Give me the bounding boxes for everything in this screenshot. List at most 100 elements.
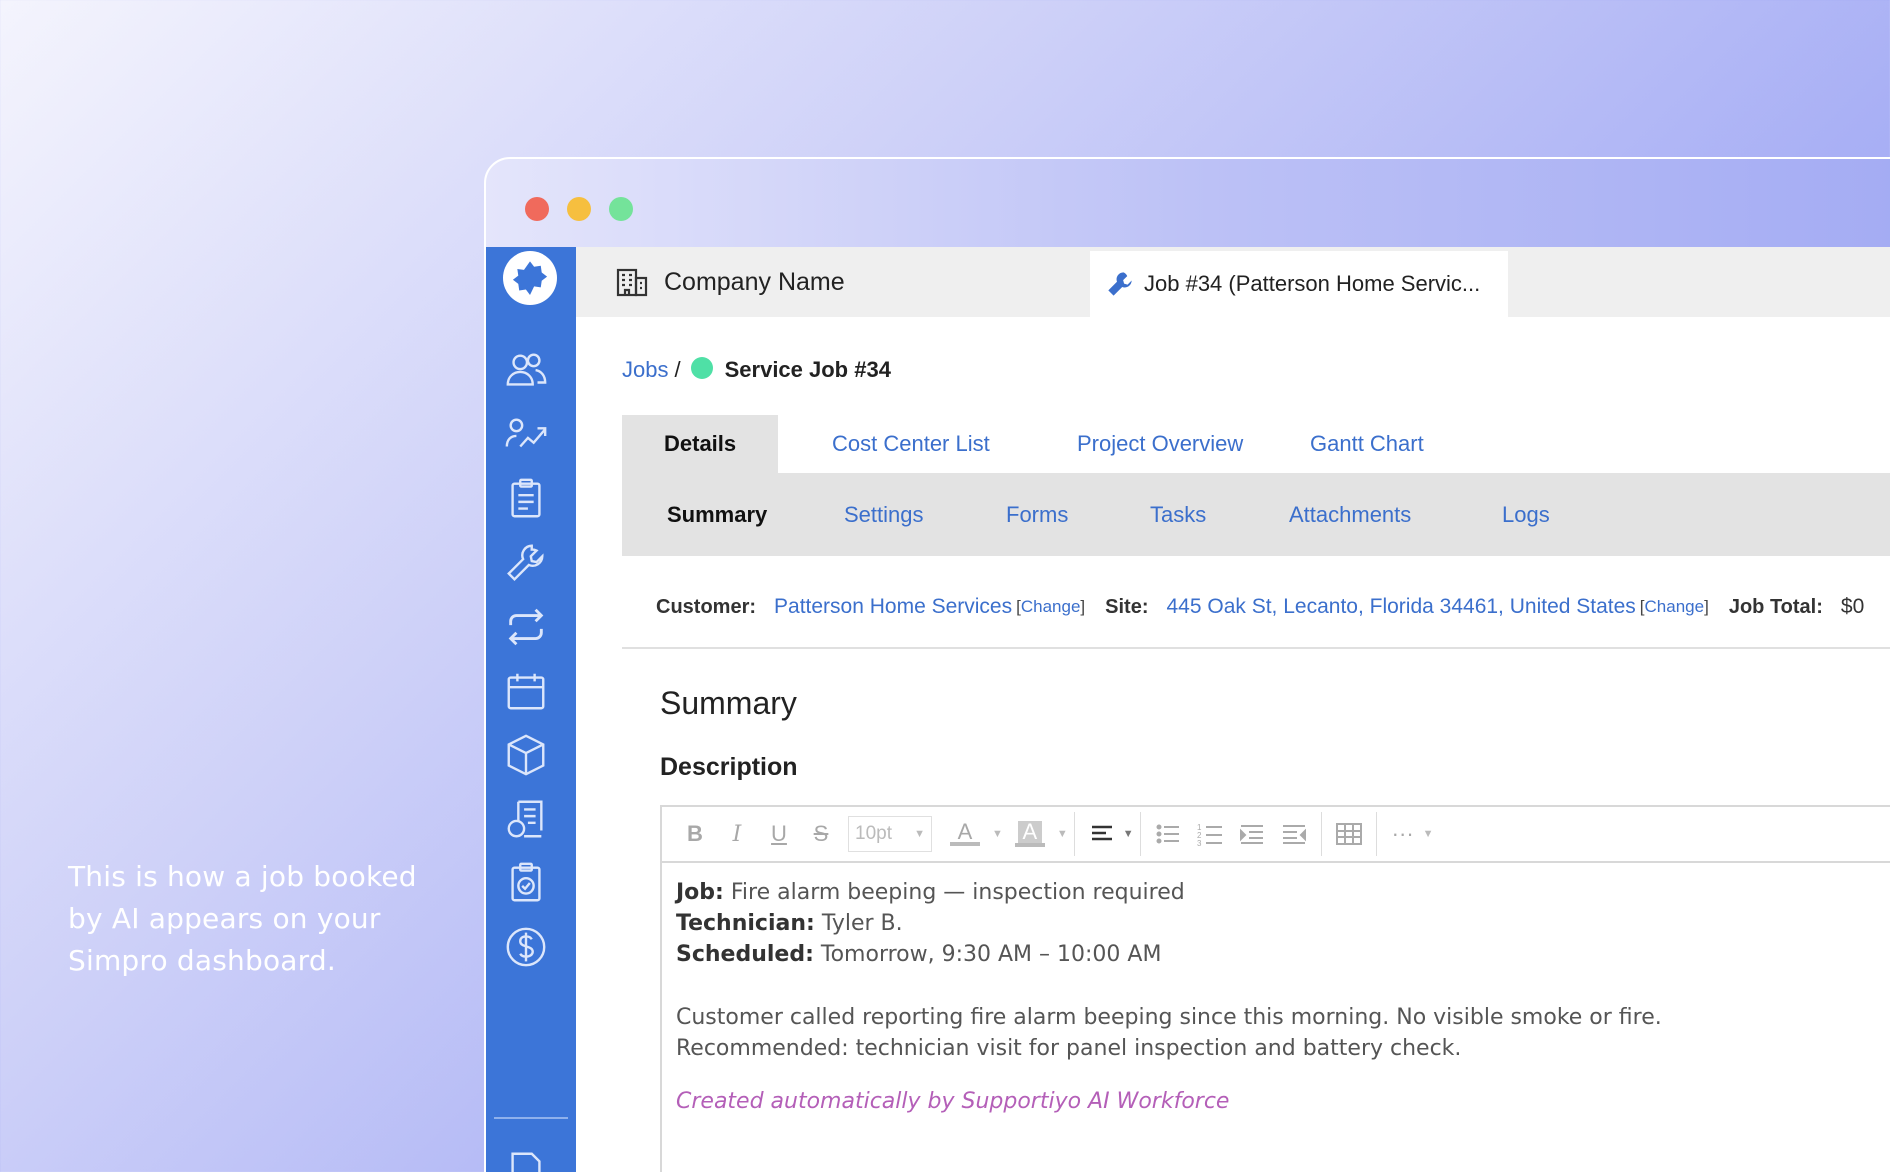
tab-cost-center-list[interactable]: Cost Center List <box>832 415 990 473</box>
table-icon[interactable] <box>1328 814 1370 854</box>
chevron-down-icon[interactable]: ▼ <box>1057 828 1068 840</box>
page-title: Service Job #34 <box>724 357 891 382</box>
job-total-value: $0 <box>1840 595 1865 618</box>
scheduled-line: Scheduled: Tomorrow, 9:30 AM – 10:00 AM <box>676 939 1890 970</box>
sidebar-document-icon[interactable] <box>502 1147 550 1172</box>
secondary-tabs: Summary Settings Forms Tasks Attachments… <box>622 473 1890 556</box>
company-name: Company Name <box>664 267 845 296</box>
technician-label: Technician: <box>676 911 815 936</box>
sidebar <box>486 247 576 1172</box>
tab-project-overview[interactable]: Project Overview <box>1077 415 1243 473</box>
technician-value: Tyler B. <box>821 911 903 936</box>
sidebar-clipboard-icon[interactable] <box>502 475 550 523</box>
primary-tabs: Details Cost Center List Project Overvie… <box>622 415 1890 473</box>
strikethrough-button[interactable]: S <box>800 814 842 854</box>
font-size-select[interactable]: 10pt ▼ <box>848 816 932 852</box>
tab-forms[interactable]: Forms <box>1006 473 1068 556</box>
wrench-icon <box>1108 272 1132 296</box>
italic-button[interactable]: I <box>716 814 758 854</box>
breadcrumb-separator: / <box>674 357 681 382</box>
numbered-list-icon[interactable]: 123 <box>1189 814 1231 854</box>
tab-tasks[interactable]: Tasks <box>1150 473 1206 556</box>
outdent-icon[interactable] <box>1273 814 1315 854</box>
breadcrumb-jobs-link[interactable]: Jobs <box>622 357 668 383</box>
editor-toolbar: B I U S 10pt ▼ A ▼ A ▼ ▼ 123 ··· ▼ <box>662 807 1890 863</box>
sidebar-dollar-icon[interactable] <box>502 923 550 971</box>
underline-button[interactable]: U <box>758 814 800 854</box>
sidebar-invoice-icon[interactable] <box>502 795 550 843</box>
sidebar-wrench-icon[interactable] <box>502 539 550 587</box>
chevron-down-icon[interactable]: ▼ <box>992 828 1003 840</box>
job-status-indicator <box>690 357 713 379</box>
sidebar-growth-icon[interactable] <box>502 411 550 459</box>
tab-settings[interactable]: Settings <box>844 473 924 556</box>
description-editor: B I U S 10pt ▼ A ▼ A ▼ ▼ 123 ··· ▼ Job: … <box>660 805 1890 1172</box>
tab-summary[interactable]: Summary <box>667 473 767 556</box>
tab-logs[interactable]: Logs <box>1502 473 1550 556</box>
customer-link[interactable]: Patterson Home Services <box>774 595 1012 619</box>
change-site-link[interactable]: Change <box>1645 597 1705 616</box>
job-label: Job: <box>676 880 724 905</box>
tab-job[interactable]: Job #34 (Patterson Home Servic... <box>1090 251 1508 317</box>
customer-change: [Change] <box>1016 597 1086 616</box>
body-line-2: Recommended: technician visit for panel … <box>676 1036 1462 1061</box>
highlight-color-button[interactable]: A <box>1003 814 1057 854</box>
close-window-button[interactable] <box>525 197 549 221</box>
site-label: Site: <box>1105 595 1149 618</box>
sidebar-recurring-icon[interactable] <box>502 603 550 651</box>
minimize-window-button[interactable] <box>567 197 591 221</box>
summary-heading: Summary <box>660 685 797 721</box>
job-line: Job: Fire alarm beeping — inspection req… <box>676 877 1890 908</box>
sidebar-box-icon[interactable] <box>502 731 550 779</box>
tab-attachments[interactable]: Attachments <box>1289 473 1411 556</box>
tab-gantt-chart[interactable]: Gantt Chart <box>1310 415 1424 473</box>
job-tab-label: Job #34 (Patterson Home Servic... <box>1144 271 1481 296</box>
bold-button[interactable]: B <box>674 814 716 854</box>
toolbar-separator <box>1320 812 1322 856</box>
change-customer-link[interactable]: Change <box>1021 597 1081 616</box>
main-panel: Company Name Job #34 (Patterson Home Ser… <box>576 247 1890 1172</box>
align-icon[interactable] <box>1081 814 1123 854</box>
site-change: [Change] <box>1639 597 1709 616</box>
info-divider <box>622 647 1890 649</box>
app-window: Company Name Job #34 (Patterson Home Ser… <box>484 157 1890 1172</box>
app-logo[interactable] <box>503 251 557 305</box>
sidebar-divider <box>494 1117 568 1119</box>
toolbar-separator <box>1375 812 1377 856</box>
customer-label: Customer: <box>656 595 757 618</box>
marketing-caption: This is how a job booked by AI appears o… <box>68 860 417 977</box>
more-options-icon[interactable]: ··· <box>1383 814 1423 854</box>
scheduled-label: Scheduled: <box>676 942 814 967</box>
app-tab-bar: Company Name Job #34 (Patterson Home Ser… <box>576 247 1890 317</box>
star-badge-icon <box>512 261 548 295</box>
job-value: Fire alarm beeping — inspection required <box>730 880 1185 905</box>
sidebar-calendar-icon[interactable] <box>502 667 550 715</box>
svg-text:3: 3 <box>1197 839 1202 846</box>
job-total-label: Job Total: <box>1728 595 1823 618</box>
editor-content[interactable]: Job: Fire alarm beeping — inspection req… <box>662 863 1890 1131</box>
scheduled-value: Tomorrow, 9:30 AM – 10:00 AM <box>820 942 1162 967</box>
window-titlebar <box>486 159 1890 247</box>
text-color-button[interactable]: A <box>938 814 992 854</box>
body-line-1: Customer called reporting fire alarm bee… <box>676 1005 1662 1030</box>
description-heading: Description <box>660 753 798 781</box>
tab-details[interactable]: Details <box>622 415 779 473</box>
bullet-list-icon[interactable] <box>1147 814 1189 854</box>
maximize-window-button[interactable] <box>609 197 633 221</box>
job-info-bar: Customer: Patterson Home Services [Chang… <box>656 587 1890 627</box>
site-link[interactable]: 445 Oak St, Lecanto, Florida 34461, Unit… <box>1167 595 1636 619</box>
ai-signature: Created automatically by Supportiyo AI W… <box>676 1089 1230 1114</box>
toolbar-separator <box>1139 812 1141 856</box>
font-size-value: 10pt <box>855 823 892 844</box>
chevron-down-icon: ▼ <box>914 828 925 840</box>
breadcrumb: Jobs / Service Job #34 <box>622 357 891 383</box>
chevron-down-icon[interactable]: ▼ <box>1423 828 1434 840</box>
tab-company[interactable]: Company Name <box>616 247 845 317</box>
sidebar-people-icon[interactable] <box>502 347 550 395</box>
toolbar-separator <box>1073 812 1075 856</box>
sidebar-checklist-icon[interactable] <box>502 859 550 907</box>
chevron-down-icon[interactable]: ▼ <box>1123 828 1134 840</box>
technician-line: Technician: Tyler B. <box>676 908 1890 939</box>
building-icon <box>616 268 648 297</box>
indent-icon[interactable] <box>1231 814 1273 854</box>
